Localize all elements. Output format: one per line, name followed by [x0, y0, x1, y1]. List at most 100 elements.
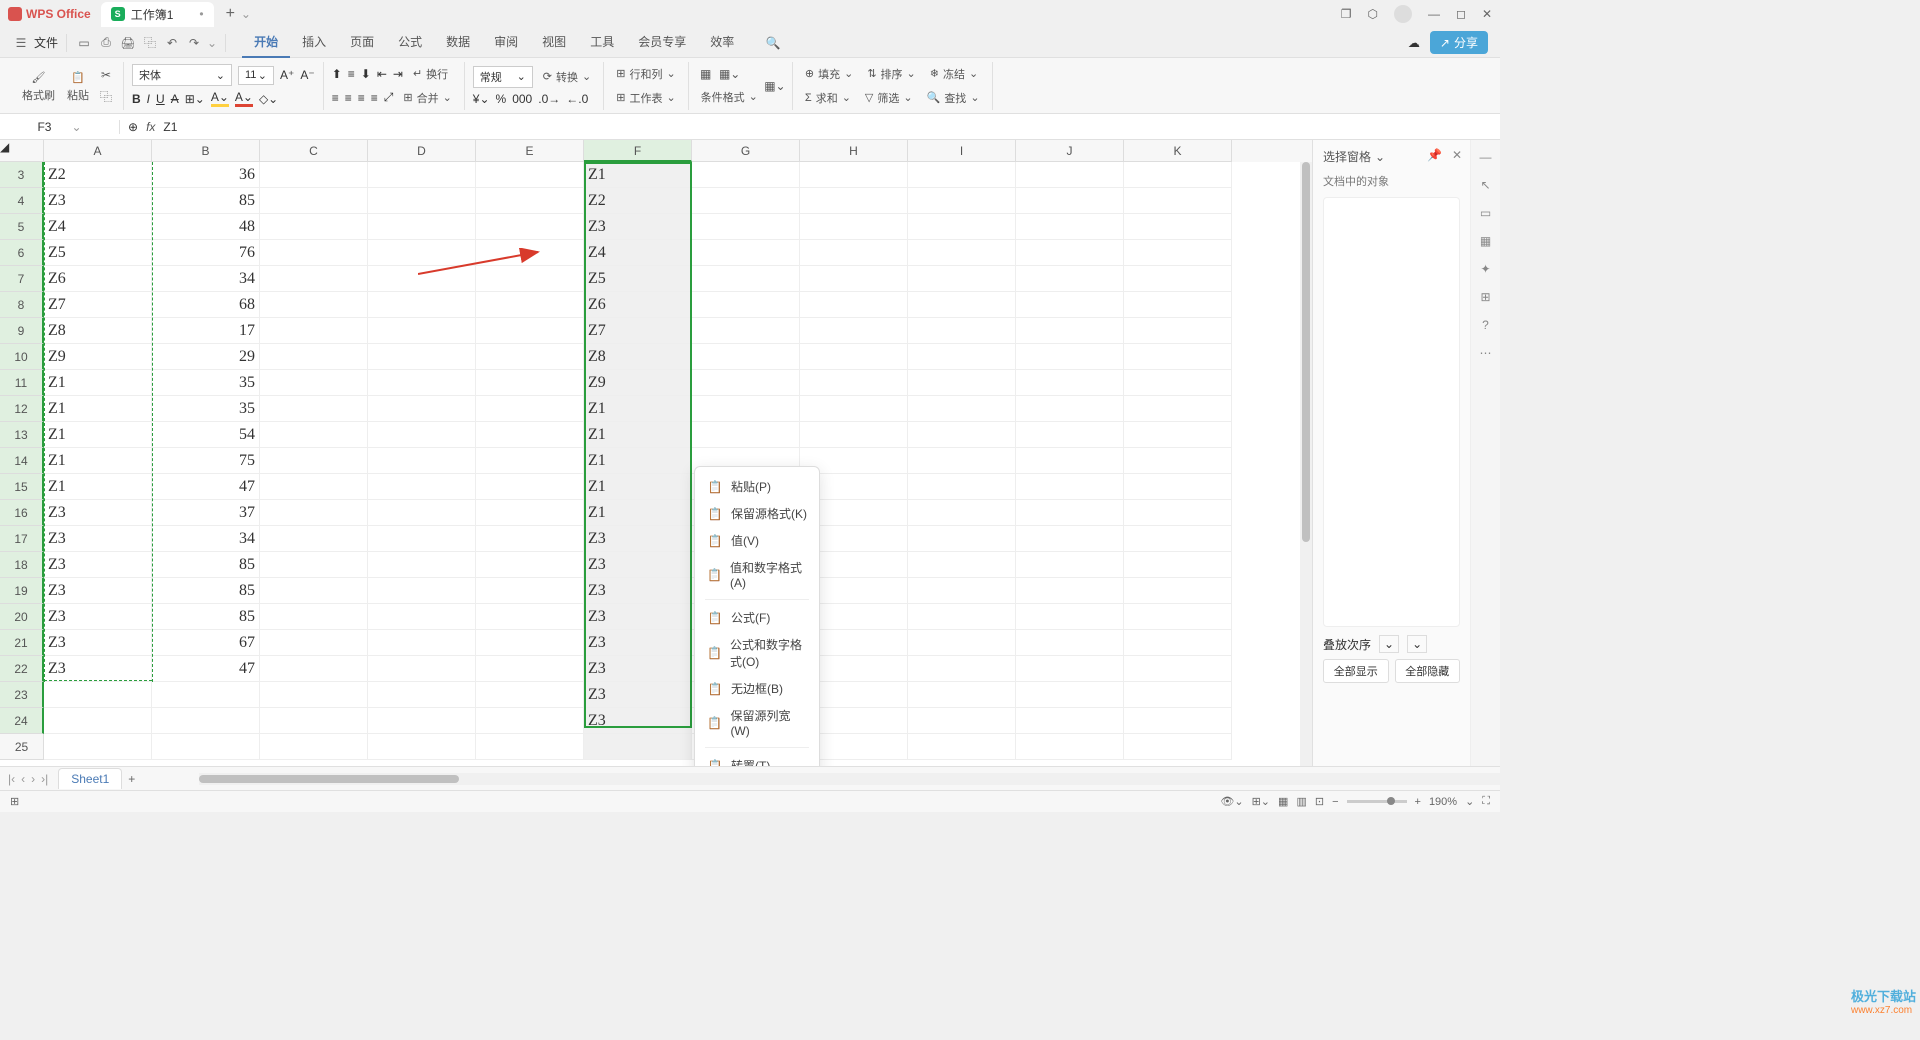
cell[interactable] [908, 318, 1016, 344]
cell[interactable] [476, 448, 584, 474]
merge-button[interactable]: ⊞ 合并⌄ [399, 88, 455, 108]
cut-icon[interactable]: ✂ [97, 66, 115, 84]
cell[interactable]: 34 [152, 266, 260, 292]
cell[interactable] [260, 682, 368, 708]
cell[interactable] [368, 188, 476, 214]
cell[interactable] [800, 188, 908, 214]
cell[interactable] [908, 552, 1016, 578]
avatar-icon[interactable] [1394, 5, 1412, 23]
sort-button[interactable]: ⇅ 排序⌄ [863, 64, 919, 84]
cell[interactable] [368, 240, 476, 266]
cell[interactable] [908, 448, 1016, 474]
cell[interactable]: Z3 [584, 526, 692, 552]
cell[interactable] [1124, 734, 1232, 760]
sheet-nav-next-icon[interactable]: › [31, 772, 35, 786]
cell[interactable] [1016, 214, 1124, 240]
col-header-J[interactable]: J [1016, 140, 1124, 162]
cell[interactable] [908, 630, 1016, 656]
share-button[interactable]: ↗分享 [1430, 31, 1488, 54]
cell[interactable]: Z3 [44, 604, 152, 630]
cell[interactable] [1124, 318, 1232, 344]
file-menu[interactable]: 文件 [34, 34, 58, 51]
cell[interactable] [1124, 552, 1232, 578]
cell[interactable] [152, 682, 260, 708]
cell[interactable] [1016, 448, 1124, 474]
panel-tool2-icon[interactable]: ▦ [1480, 234, 1491, 248]
cell[interactable] [1124, 448, 1232, 474]
cell[interactable] [476, 292, 584, 318]
cell[interactable] [368, 266, 476, 292]
cell[interactable] [260, 396, 368, 422]
window-duplicate-icon[interactable]: ❐ [1341, 7, 1352, 21]
cell[interactable] [476, 474, 584, 500]
cell[interactable]: 29 [152, 344, 260, 370]
indent-inc-icon[interactable]: ⇥ [393, 67, 403, 81]
panel-tool3-icon[interactable]: ✦ [1480, 262, 1490, 276]
print-preview-icon[interactable]: ⎙ [97, 34, 115, 52]
row-header[interactable]: 6 [0, 240, 44, 266]
cell[interactable] [368, 552, 476, 578]
row-header[interactable]: 15 [0, 474, 44, 500]
cell[interactable] [260, 500, 368, 526]
cell[interactable] [1016, 734, 1124, 760]
cell[interactable]: Z1 [44, 448, 152, 474]
cell[interactable] [908, 422, 1016, 448]
cell[interactable] [152, 708, 260, 734]
row-header[interactable]: 10 [0, 344, 44, 370]
cell[interactable]: Z1 [44, 474, 152, 500]
cell[interactable] [692, 422, 800, 448]
cell[interactable] [692, 162, 800, 188]
cell[interactable] [1124, 370, 1232, 396]
orientation-icon[interactable]: ⤢ [384, 90, 394, 105]
cell[interactable] [260, 344, 368, 370]
cell-style-icon[interactable]: ▦⌄ [721, 65, 739, 83]
hamburger-icon[interactable]: ☰ [12, 34, 30, 52]
cell[interactable] [1016, 318, 1124, 344]
paste-button[interactable]: 📋粘贴 [63, 67, 93, 105]
worksheet-button[interactable]: ⊞ 工作表⌄ [612, 88, 679, 108]
tab-close-icon[interactable]: • [199, 7, 203, 21]
cell[interactable] [260, 630, 368, 656]
cell[interactable] [260, 162, 368, 188]
cell[interactable]: Z1 [584, 474, 692, 500]
cell[interactable] [1016, 396, 1124, 422]
row-header[interactable]: 9 [0, 318, 44, 344]
cell[interactable] [1124, 188, 1232, 214]
cell[interactable]: 17 [152, 318, 260, 344]
font-size-select[interactable]: 11⌄ [238, 66, 274, 85]
ctx-formula-num-fmt[interactable]: 📋公式和数字格式(O) [695, 631, 819, 675]
cell[interactable] [260, 318, 368, 344]
cell[interactable] [1124, 266, 1232, 292]
cell[interactable] [1124, 344, 1232, 370]
cell[interactable]: Z5 [584, 266, 692, 292]
cloud-icon[interactable]: ☁ [1408, 36, 1420, 50]
stack-up-icon[interactable]: ⌄ [1379, 635, 1399, 653]
document-tab[interactable]: S 工作簿1 • [101, 2, 214, 27]
row-header[interactable]: 12 [0, 396, 44, 422]
col-header-I[interactable]: I [908, 140, 1016, 162]
cell[interactable] [908, 526, 1016, 552]
cell[interactable] [368, 396, 476, 422]
cell[interactable]: Z3 [44, 188, 152, 214]
ctx-keep-src-fmt[interactable]: 📋保留源格式(K) [695, 500, 819, 527]
add-sheet-button[interactable]: + [128, 772, 135, 786]
cell[interactable]: Z3 [584, 604, 692, 630]
cell[interactable] [368, 656, 476, 682]
cell[interactable]: 37 [152, 500, 260, 526]
cell[interactable] [368, 422, 476, 448]
row-header[interactable]: 17 [0, 526, 44, 552]
row-header[interactable]: 8 [0, 292, 44, 318]
cell[interactable] [1016, 370, 1124, 396]
cell[interactable]: Z4 [44, 214, 152, 240]
stack-down-icon[interactable]: ⌄ [1407, 635, 1427, 653]
cell[interactable] [800, 318, 908, 344]
cell[interactable] [1124, 682, 1232, 708]
ctx-no-border[interactable]: 📋无边框(B) [695, 675, 819, 702]
zoom-dropdown-icon[interactable]: ⌄ [1465, 795, 1474, 808]
cell[interactable] [476, 734, 584, 760]
cell[interactable]: Z1 [584, 396, 692, 422]
row-header[interactable]: 20 [0, 604, 44, 630]
wrap-text-button[interactable]: ↵ 换行 [409, 64, 452, 84]
fill-button[interactable]: ⊕ 填充⌄ [801, 64, 857, 84]
more-icon[interactable]: ⋯ [1480, 346, 1492, 360]
